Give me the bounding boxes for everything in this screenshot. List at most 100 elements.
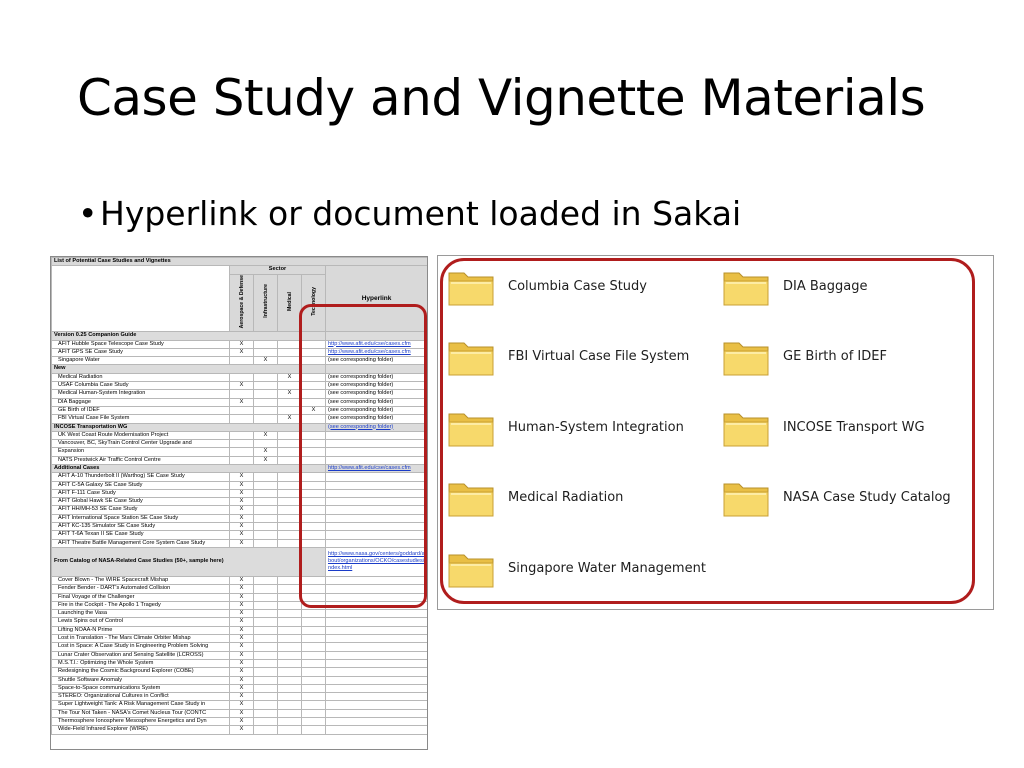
- case-name: Shuttle Software Anomaly: [51, 675, 230, 685]
- sector-mark: X: [229, 708, 254, 719]
- sector-mark: [277, 592, 302, 602]
- case-name: Wide-Field Infrared Explorer (WIRE): [51, 725, 230, 735]
- case-name: Vancouver, BC, SkyTrain Control Center U…: [51, 439, 230, 449]
- sector-mark: [277, 488, 302, 499]
- case-name: Lewis Spins out of Control: [51, 617, 230, 627]
- case-name: AFIT A-10 Thunderbolt II (Warthog) SE Ca…: [51, 472, 230, 482]
- sector-mark: [277, 447, 302, 457]
- sector-mark: [277, 405, 302, 416]
- sector-mark: [253, 380, 278, 391]
- sector-mark: [253, 488, 278, 499]
- sector-mark: [277, 339, 302, 349]
- sector-mark: [277, 455, 302, 466]
- section-label: Version 0.25 Companion Guide: [51, 331, 326, 341]
- hyperlink-cell: [324, 609, 427, 619]
- sector-mark: [229, 455, 254, 466]
- sector-mark: X: [229, 488, 254, 499]
- case-name: AFIT C-5A Galaxy SE Case Study: [51, 480, 230, 490]
- case-name: Lost in Translation - The Mars Climate O…: [51, 634, 230, 644]
- sector-mark: X: [253, 430, 278, 441]
- case-name: AFIT International Space Station SE Case…: [51, 513, 230, 524]
- sector-mark: X: [229, 675, 254, 685]
- sector-mark: X: [229, 725, 254, 735]
- sector-mark: X: [229, 505, 254, 515]
- case-name: AFIT Theatre Battle Management Core Syst…: [51, 538, 230, 548]
- sector-mark: [253, 625, 278, 636]
- sector-mark: [277, 430, 302, 441]
- sector-mark: X: [277, 414, 302, 424]
- bullet-text: Hyperlink or document loaded in Sakai: [100, 194, 742, 233]
- sector-mark: [253, 575, 278, 586]
- sector-mark: [277, 658, 302, 669]
- table-row: The Tour Not Taken - NASA's Comet Nucleu…: [51, 708, 427, 719]
- section-label: Additional Cases: [51, 463, 326, 474]
- hyperlink-cell: [324, 716, 427, 727]
- sector-mark: [253, 472, 278, 482]
- sector-mark: X: [229, 339, 254, 349]
- sector-mark: X: [229, 522, 254, 532]
- sector-mark: [277, 725, 302, 735]
- table-row: Lifting NOAA-N Prime X: [51, 625, 427, 636]
- column-medical: Medical: [277, 273, 302, 333]
- sector-mark: [277, 356, 302, 366]
- sector-mark: [253, 725, 278, 735]
- sector-mark: [277, 522, 302, 532]
- table-row: Lost in Translation - The Mars Climate O…: [51, 634, 427, 644]
- hyperlink-highlight-box: [299, 304, 427, 608]
- case-name: Space-to-Space communications System: [51, 683, 230, 694]
- sector-mark: [301, 708, 326, 719]
- sector-mark: [277, 617, 302, 627]
- sector-mark: [277, 538, 302, 548]
- case-name: The Tour Not Taken - NASA's Comet Nucleu…: [51, 708, 230, 719]
- sector-mark: [229, 405, 254, 416]
- sector-mark: X: [229, 609, 254, 619]
- sector-mark: [277, 347, 302, 358]
- sector-mark: X: [277, 389, 302, 399]
- sector-mark: [277, 675, 302, 685]
- case-name: AFIT Hubble Space Telescope Case Study: [51, 339, 230, 349]
- sector-mark: [253, 530, 278, 540]
- sector-mark: X: [229, 700, 254, 710]
- case-name: Redesigning the Cosmic Background Explor…: [51, 667, 230, 677]
- sector-mark: [301, 700, 326, 710]
- case-name: Medical Radiation: [51, 372, 230, 383]
- sector-mark: X: [229, 480, 254, 490]
- table-row: STEREO: Organizational Cultures in Confl…: [51, 692, 427, 702]
- hyperlink-cell: [324, 700, 427, 710]
- sector-mark: [253, 675, 278, 685]
- sector-mark: [277, 530, 302, 540]
- sector-mark: X: [229, 347, 254, 358]
- sector-mark: X: [229, 683, 254, 694]
- bullet-dot: •: [78, 194, 98, 233]
- sector-mark: [253, 634, 278, 644]
- sector-mark: [229, 447, 254, 457]
- case-name: FBI Virtual Case File System: [51, 414, 230, 424]
- sector-mark: [277, 497, 302, 507]
- case-name: Cover Blown - The WIRE Spacecraft Mishap: [51, 575, 230, 586]
- sector-mark: [253, 692, 278, 702]
- sector-mark: [253, 617, 278, 627]
- case-name: DIA Baggage: [51, 397, 230, 407]
- sector-mark: [301, 625, 326, 636]
- sector-mark: [301, 609, 326, 619]
- hyperlink-cell: [324, 650, 427, 660]
- case-name: AFIT GPS SE Case Study: [51, 347, 230, 358]
- sector-mark: [253, 513, 278, 524]
- case-name: USAF Columbia Case Study: [51, 380, 230, 391]
- sector-mark: X: [229, 716, 254, 727]
- sector-mark: X: [229, 650, 254, 660]
- case-name: Launching the Vasa: [51, 609, 230, 619]
- hyperlink-cell: [324, 675, 427, 685]
- sector-mark: X: [229, 642, 254, 652]
- sector-mark: [301, 675, 326, 685]
- sector-mark: X: [253, 356, 278, 366]
- table-row: M.S.T.I.: Optimizing the Whole System X: [51, 658, 427, 669]
- sector-mark: [229, 414, 254, 424]
- sector-mark: X: [229, 667, 254, 677]
- sector-mark: X: [229, 380, 254, 391]
- sector-mark: [253, 389, 278, 399]
- table-row: Lewis Spins out of Control X: [51, 617, 427, 627]
- sector-mark: [253, 642, 278, 652]
- sector-mark: X: [229, 584, 254, 594]
- column-aerospace: Aerospace & Defense: [229, 273, 254, 333]
